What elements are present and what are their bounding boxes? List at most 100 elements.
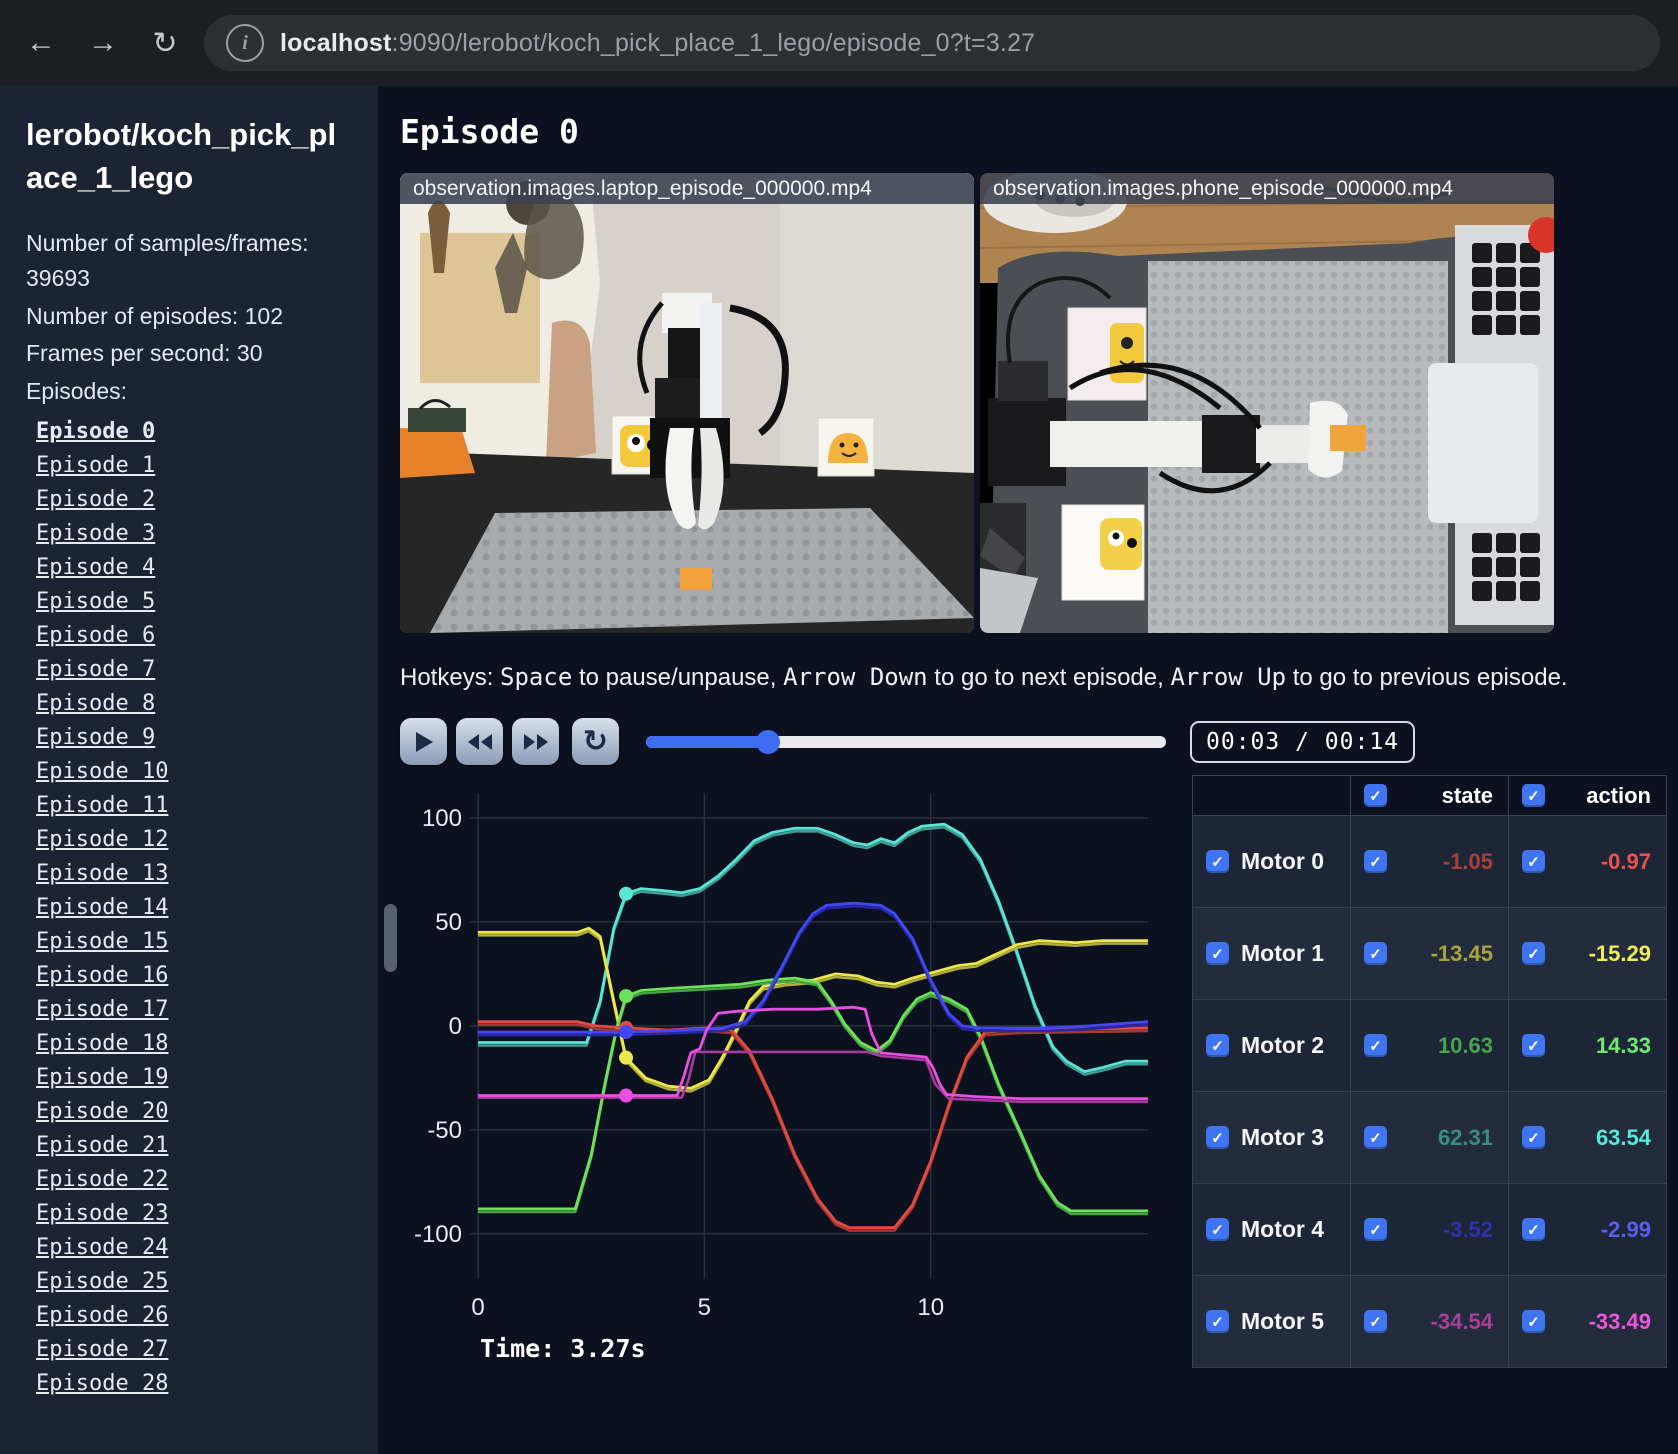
page-title: Episode 0 — [400, 112, 579, 151]
episode-link-episode-8[interactable]: Episode 8 — [36, 691, 352, 716]
episode-link-episode-15[interactable]: Episode 15 — [36, 929, 352, 954]
svg-text:100: 100 — [422, 805, 462, 832]
episode-link-episode-2[interactable]: Episode 2 — [36, 487, 352, 512]
table-row: ✓ Motor 2 ✓ 10.63 ✓ 14.33 — [1192, 999, 1667, 1092]
motor-chart: 100 50 0 -50 -100 0 5 10 Time: 3.27s — [400, 775, 1160, 1363]
svg-text:0: 0 — [449, 1013, 462, 1040]
svg-text:-100: -100 — [414, 1221, 462, 1248]
table-corner-cell — [1192, 775, 1351, 816]
motor-row-checkbox[interactable]: ✓ — [1206, 942, 1229, 965]
episode-link-episode-19[interactable]: Episode 19 — [36, 1065, 352, 1090]
action-value: -2.99 — [1600, 1216, 1651, 1242]
episode-link-episode-14[interactable]: Episode 14 — [36, 895, 352, 920]
state-value-checkbox[interactable]: ✓ — [1364, 1310, 1387, 1333]
state-value-checkbox[interactable]: ✓ — [1364, 942, 1387, 965]
episode-link-episode-26[interactable]: Episode 26 — [36, 1303, 352, 1328]
motor-label: Motor 0 — [1241, 848, 1325, 874]
episode-list: Episode 0 Episode 1 Episode 2 Episode 3 Epis… — [26, 419, 352, 1396]
forward-icon[interactable]: → — [80, 20, 126, 66]
state-value: -3.52 — [1442, 1216, 1493, 1242]
loop-button[interactable]: ↻ — [572, 718, 619, 765]
stat-samples: Number of samples/frames: 39693 — [26, 229, 309, 292]
episode-link-episode-20[interactable]: Episode 20 — [36, 1099, 352, 1124]
episode-link-episode-27[interactable]: Episode 27 — [36, 1337, 352, 1362]
main-content: Episode 0 observation.images.laptop_epis… — [378, 86, 1678, 1454]
action-value-checkbox[interactable]: ✓ — [1522, 942, 1545, 965]
episode-link-episode-28[interactable]: Episode 28 — [36, 1371, 352, 1396]
episode-link-episode-22[interactable]: Episode 22 — [36, 1167, 352, 1192]
episode-link-episode-0[interactable]: Episode 0 — [36, 419, 352, 444]
episode-link-episode-12[interactable]: Episode 12 — [36, 827, 352, 852]
episode-link-episode-13[interactable]: Episode 13 — [36, 861, 352, 886]
stat-fps: Frames per second: 30 — [26, 340, 263, 367]
state-value-checkbox[interactable]: ✓ — [1364, 1034, 1387, 1057]
browser-toolbar: ← → ↻ i localhost:9090/lerobot/koch_pick… — [0, 0, 1678, 86]
url-text: localhost:9090/lerobot/koch_pick_place_1… — [280, 29, 1035, 58]
table-row: ✓ Motor 1 ✓ -13.45 ✓ -15.29 — [1192, 907, 1667, 1000]
motor-row-checkbox[interactable]: ✓ — [1206, 850, 1229, 873]
url-path: :9090/lerobot/koch_pick_place_1_lego/epi… — [391, 28, 1036, 57]
video-laptop-frame — [400, 173, 974, 633]
fast-forward-button[interactable] — [512, 718, 559, 765]
episode-link-episode-6[interactable]: Episode 6 — [36, 623, 352, 648]
episode-link-episode-16[interactable]: Episode 16 — [36, 963, 352, 988]
episode-link-episode-9[interactable]: Episode 9 — [36, 725, 352, 750]
state-value: -13.45 — [1430, 940, 1493, 966]
svg-text:0: 0 — [471, 1294, 484, 1321]
episode-link-episode-11[interactable]: Episode 11 — [36, 793, 352, 818]
seek-slider-thumb[interactable] — [755, 729, 780, 754]
play-button[interactable] — [400, 718, 447, 765]
episode-link-episode-1[interactable]: Episode 1 — [36, 453, 352, 478]
action-value-checkbox[interactable]: ✓ — [1522, 1218, 1545, 1241]
motor-label: Motor 3 — [1241, 1124, 1325, 1150]
episode-link-episode-23[interactable]: Episode 23 — [36, 1201, 352, 1226]
state-value: -1.05 — [1442, 848, 1493, 874]
motor-row-checkbox[interactable]: ✓ — [1206, 1126, 1229, 1149]
video-laptop-camera[interactable]: observation.images.laptop_episode_000000… — [400, 173, 974, 633]
video-phone-caption: observation.images.phone_episode_000000.… — [980, 173, 1554, 204]
motor-row-checkbox[interactable]: ✓ — [1206, 1218, 1229, 1241]
episode-link-episode-24[interactable]: Episode 24 — [36, 1235, 352, 1260]
scrollbar-thumb[interactable] — [384, 904, 397, 972]
episode-link-episode-5[interactable]: Episode 5 — [36, 589, 352, 614]
episodes-label: Episodes: — [26, 378, 128, 405]
action-value-checkbox[interactable]: ✓ — [1522, 1310, 1545, 1333]
video-phone-camera[interactable]: observation.images.phone_episode_000000.… — [980, 173, 1554, 633]
back-icon[interactable]: ← — [18, 20, 64, 66]
state-value-checkbox[interactable]: ✓ — [1364, 850, 1387, 873]
episode-link-episode-17[interactable]: Episode 17 — [36, 997, 352, 1022]
hotkey-text: to pause/unpause, — [572, 664, 784, 691]
video-laptop-caption: observation.images.laptop_episode_000000… — [400, 173, 974, 204]
episode-link-episode-3[interactable]: Episode 3 — [36, 521, 352, 546]
action-value: -33.49 — [1588, 1308, 1651, 1334]
url-host: localhost — [280, 28, 392, 57]
state-value-checkbox[interactable]: ✓ — [1364, 1126, 1387, 1149]
hotkey-key: Arrow Up — [1170, 663, 1287, 691]
table-row: ✓ Motor 5 ✓ -34.54 ✓ -33.49 — [1192, 1275, 1667, 1368]
episode-link-episode-18[interactable]: Episode 18 — [36, 1031, 352, 1056]
action-value: 14.33 — [1595, 1032, 1651, 1058]
svg-text:50: 50 — [435, 909, 462, 936]
action-value-checkbox[interactable]: ✓ — [1522, 1126, 1545, 1149]
motor-row-checkbox[interactable]: ✓ — [1206, 1034, 1229, 1057]
hotkey-text: to go to previous episode. — [1286, 664, 1568, 691]
motor-row-checkbox[interactable]: ✓ — [1206, 1310, 1229, 1333]
svg-text:5: 5 — [698, 1294, 711, 1321]
episode-link-episode-4[interactable]: Episode 4 — [36, 555, 352, 580]
episode-link-episode-21[interactable]: Episode 21 — [36, 1133, 352, 1158]
address-bar[interactable]: i localhost:9090/lerobot/koch_pick_place… — [204, 15, 1660, 71]
action-value-checkbox[interactable]: ✓ — [1522, 1034, 1545, 1057]
reload-icon[interactable]: ↻ — [142, 20, 188, 66]
seek-slider[interactable] — [646, 729, 1166, 754]
site-info-icon[interactable]: i — [226, 24, 264, 62]
video-phone-frame — [980, 173, 1554, 633]
action-value-checkbox[interactable]: ✓ — [1522, 850, 1545, 873]
rewind-button[interactable] — [456, 718, 503, 765]
action-value: -15.29 — [1588, 940, 1651, 966]
episode-link-episode-25[interactable]: Episode 25 — [36, 1269, 352, 1294]
state-column-checkbox[interactable]: ✓ — [1364, 784, 1387, 807]
state-value-checkbox[interactable]: ✓ — [1364, 1218, 1387, 1241]
episode-link-episode-7[interactable]: Episode 7 — [36, 657, 352, 682]
action-column-checkbox[interactable]: ✓ — [1522, 784, 1545, 807]
episode-link-episode-10[interactable]: Episode 10 — [36, 759, 352, 784]
